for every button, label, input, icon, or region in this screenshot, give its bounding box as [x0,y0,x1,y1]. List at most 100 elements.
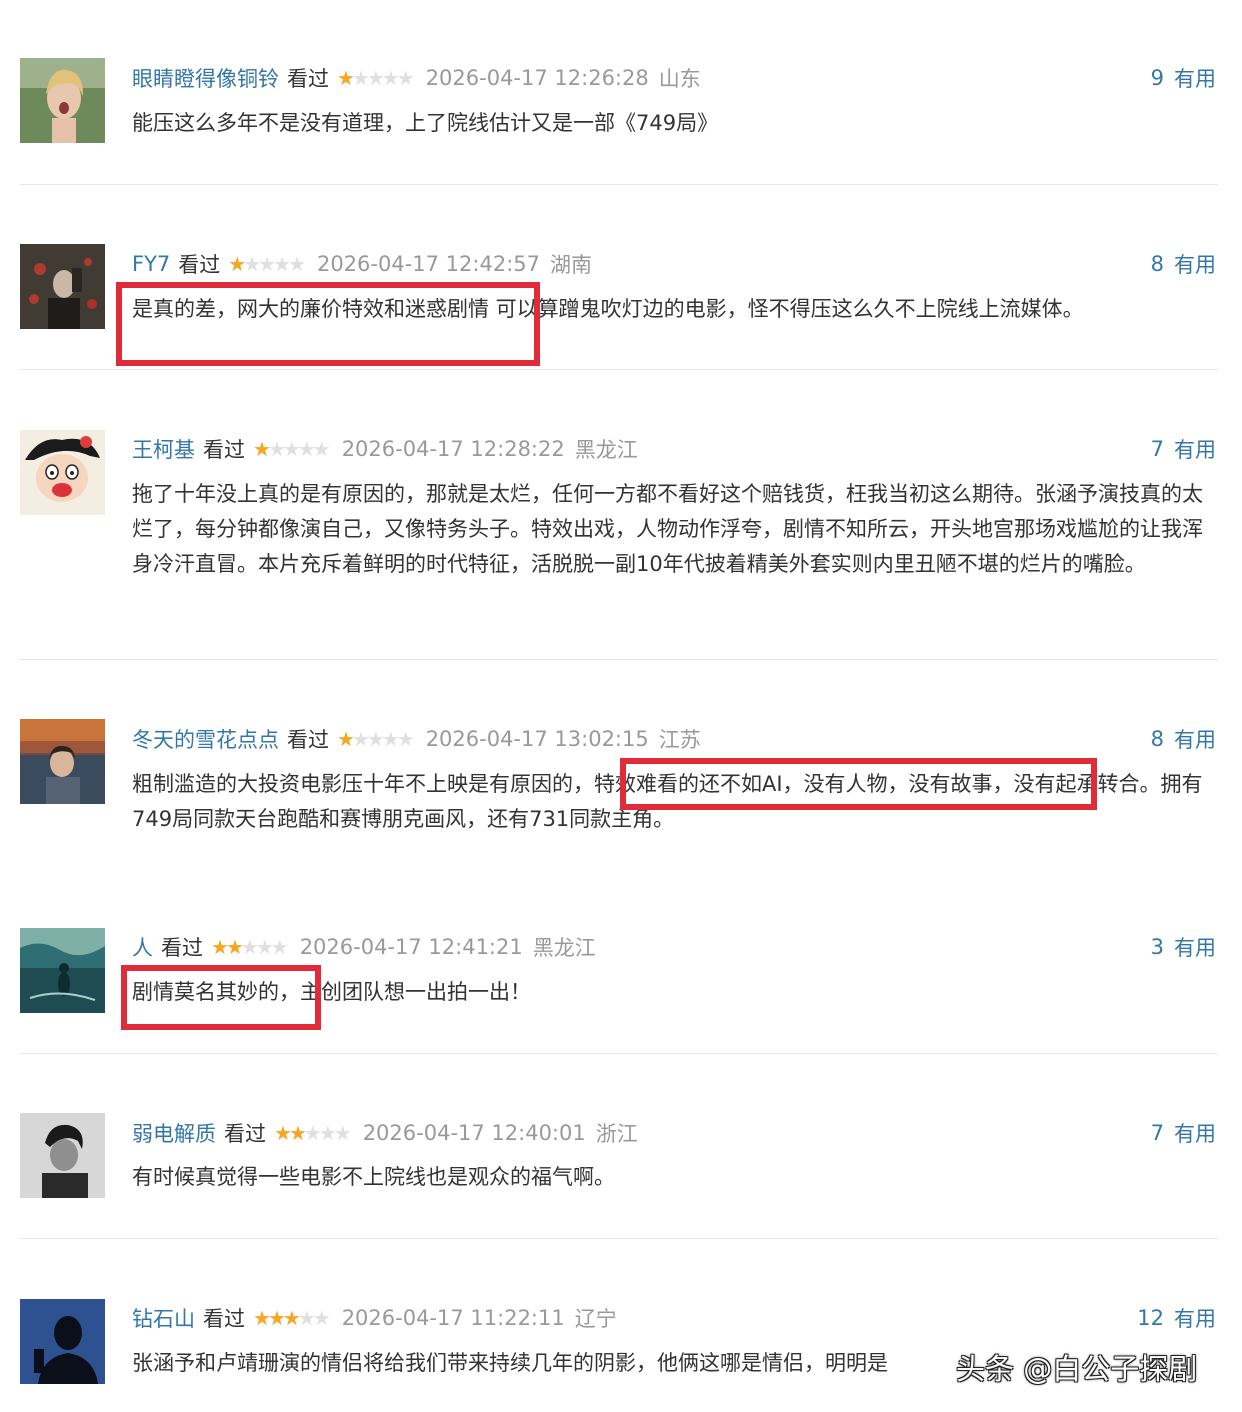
star-rating: ★★★★★ [253,1306,331,1330]
star-icon: ★ [366,66,385,90]
vote-count: 7 [1150,437,1164,461]
star-icon: ★ [225,935,244,959]
useful-button[interactable]: 有用 [1174,434,1216,464]
avatar-image [20,719,105,804]
review-time: 2026-04-17 12:42:57 [316,252,541,276]
watch-status: 看过 [203,438,245,462]
useful-vote[interactable]: 8 有用 [1151,244,1216,284]
star-icon: ★ [381,66,400,90]
review-header: 钻石山 看过 ★★★★★ 2026-04-17 11:22:11 辽宁 [132,1298,617,1338]
review-header: 王柯基 看过 ★★★★★ 2026-04-17 12:28:22 黑龙江 [132,429,638,469]
avatar-image [20,244,105,329]
star-icon: ★ [337,727,355,751]
useful-vote[interactable]: 3 有用 [1151,927,1216,967]
avatar-image [20,928,105,1013]
star-icon: ★ [351,727,370,751]
avatar[interactable] [20,58,105,143]
star-icon: ★ [274,1121,292,1145]
review-time: 2026-04-17 11:22:11 [341,1306,565,1330]
review-header: 人 看过 ★★★★★ 2026-04-17 12:41:21 黑龙江 [132,927,596,967]
star-icon: ★ [267,1306,286,1330]
divider [20,659,1218,660]
star-icon: ★ [297,437,316,461]
review-content: 是真的差，网大的廉价特效和迷惑剧情 可以算蹭鬼吹灯边的电影，怪不得压这么久不上院… [132,297,1084,321]
avatar[interactable] [20,244,105,329]
review-content: 剧情莫名其妙的，主创团队想一出拍一出！ [132,980,531,1004]
avatar[interactable] [20,430,105,515]
review-content: 粗制滥造的大投资电影压十年不上映是有原因的，特效难看的还不如AI，没有人物，没有… [132,772,1203,831]
vote-count: 3 [1150,935,1164,959]
useful-button[interactable]: 有用 [1174,724,1216,754]
review-header: 冬天的雪花点点 看过 ★★★★★ 2026-04-17 13:02:15 江苏 [132,719,701,759]
avatar[interactable] [20,1299,105,1384]
divider [20,369,1218,370]
star-rating: ★★★★★ [211,935,289,959]
vote-count: 8 [1150,252,1164,276]
watch-status: 看过 [178,253,221,277]
vote-count: 12 [1137,1306,1164,1330]
useful-vote[interactable]: 7 有用 [1151,429,1216,469]
review-region: 浙江 [595,1122,638,1146]
review-time: 2026-04-17 12:41:21 [299,935,523,959]
useful-button[interactable]: 有用 [1174,249,1216,279]
review-region: 辽宁 [574,1307,617,1331]
star-icon: ★ [396,66,415,90]
star-icon: ★ [211,935,229,959]
star-icon: ★ [258,252,276,276]
star-icon: ★ [282,437,301,461]
review-time: 2026-04-17 12:40:01 [362,1121,586,1145]
review-region: 黑龙江 [574,438,638,462]
divider [20,1053,1218,1054]
star-icon: ★ [381,727,400,751]
star-icon: ★ [243,252,261,276]
review-content: 能压这么多年不是没有道理，上了院线估计又是一部《749局》 [132,111,719,135]
username-link[interactable]: 王柯基 [132,434,195,464]
star-icon: ★ [253,1306,271,1330]
useful-button[interactable]: 有用 [1174,1303,1216,1333]
useful-vote[interactable]: 9 有用 [1151,58,1216,98]
star-icon: ★ [255,935,274,959]
username-link[interactable]: 弱电解质 [132,1118,216,1148]
avatar-image [20,58,105,143]
star-icon: ★ [303,1121,322,1145]
username-link[interactable]: 冬天的雪花点点 [132,724,279,754]
review-header: 弱电解质 看过 ★★★★★ 2026-04-17 12:40:01 浙江 [132,1113,638,1153]
watch-status: 看过 [224,1122,266,1146]
avatar-image [20,1113,105,1198]
star-icon: ★ [337,66,355,90]
username-link[interactable]: 人 [132,932,153,962]
star-icon: ★ [297,1306,316,1330]
star-rating: ★★★★★ [337,727,415,751]
review-region: 山东 [658,67,701,91]
avatar[interactable] [20,1113,105,1198]
username-link[interactable]: FY7 [132,252,170,276]
star-icon: ★ [282,1306,301,1330]
divider [20,184,1218,185]
avatar[interactable] [20,719,105,804]
review-region: 湖南 [550,253,593,277]
username-link[interactable]: 眼睛瞪得像铜铃 [132,63,279,93]
avatar[interactable] [20,928,105,1013]
review-time: 2026-04-17 12:26:28 [425,66,649,90]
username-link[interactable]: 钻石山 [132,1303,195,1333]
star-icon: ★ [270,935,289,959]
useful-vote[interactable]: 8 有用 [1151,719,1216,759]
useful-vote[interactable]: 7 有用 [1151,1113,1216,1153]
star-icon: ★ [366,727,385,751]
useful-button[interactable]: 有用 [1174,932,1216,962]
star-icon: ★ [273,252,291,276]
star-icon: ★ [318,1121,337,1145]
useful-button[interactable]: 有用 [1174,1118,1216,1148]
watch-status: 看过 [287,67,329,91]
star-rating: ★★★★★ [337,66,415,90]
star-icon: ★ [333,1121,352,1145]
avatar-image [20,430,105,515]
vote-count: 8 [1150,727,1164,751]
useful-vote[interactable]: 12 有用 [1137,1298,1216,1338]
review-content: 拖了十年没上真的是有原因的，那就是太烂，任何一方都不看好这个赔钱货，枉我当初这么… [132,482,1203,576]
useful-button[interactable]: 有用 [1174,63,1216,93]
star-icon: ★ [351,66,370,90]
avatar-image [20,1299,105,1384]
star-icon: ★ [240,935,259,959]
star-rating: ★★★★★ [274,1121,352,1145]
